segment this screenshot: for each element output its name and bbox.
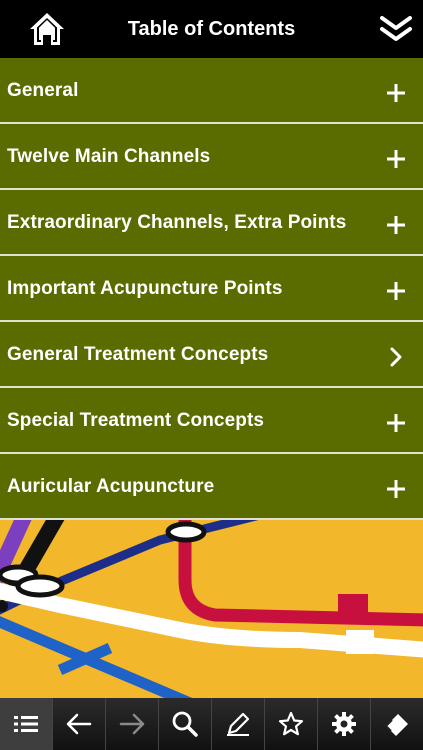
toc-item-special-treatment-concepts[interactable]: Special Treatment Concepts <box>0 388 423 454</box>
plus-icon <box>387 414 405 432</box>
eraser-icon <box>384 714 408 736</box>
plus-icon <box>387 216 405 234</box>
search-icon <box>172 711 198 737</box>
toc-item-twelve-main-channels[interactable]: Twelve Main Channels <box>0 124 423 190</box>
list-icon <box>14 716 38 732</box>
gear-icon <box>332 712 356 736</box>
plus-icon <box>387 84 405 102</box>
collapse-all-button[interactable] <box>379 14 413 44</box>
toc-item-label: Special Treatment Concepts <box>7 410 265 431</box>
back-arrow-icon <box>66 713 92 735</box>
home-icon <box>30 13 64 45</box>
toc-item-label: Extraordinary Channels, Extra Points <box>7 212 347 233</box>
clear-button[interactable] <box>371 698 423 750</box>
plus-icon <box>387 480 405 498</box>
toc-item-label: Twelve Main Channels <box>7 146 211 167</box>
toc-item-label: General Treatment Concepts <box>7 344 269 365</box>
plus-icon <box>387 150 405 168</box>
notes-button[interactable] <box>212 698 265 750</box>
chevron-right-icon <box>390 347 402 367</box>
top-bar: Table of Contents <box>0 0 423 58</box>
bottom-toolbar <box>0 698 423 750</box>
toc-item-label: Important Acupuncture Points <box>7 278 283 299</box>
star-icon <box>278 711 304 736</box>
toc-item-general[interactable]: General <box>0 58 423 124</box>
settings-button[interactable] <box>318 698 371 750</box>
toc-item-important-acupuncture-points[interactable]: Important Acupuncture Points <box>0 256 423 322</box>
home-button[interactable] <box>28 11 66 47</box>
back-button[interactable] <box>53 698 106 750</box>
toc-item-label: Auricular Acupuncture <box>7 476 215 497</box>
toc-list: General Twelve Main Channels Extraordina… <box>0 58 423 520</box>
double-chevron-down-icon <box>380 16 412 41</box>
plus-icon <box>387 282 405 300</box>
toc-item-label: General <box>7 80 79 101</box>
favorites-button[interactable] <box>265 698 318 750</box>
search-button[interactable] <box>159 698 212 750</box>
toc-item-general-treatment-concepts[interactable]: General Treatment Concepts <box>0 322 423 388</box>
forward-button[interactable] <box>106 698 159 750</box>
toc-item-auricular-acupuncture[interactable]: Auricular Acupuncture <box>0 454 423 520</box>
background-map-image <box>0 520 423 698</box>
toc-item-extraordinary-channels[interactable]: Extraordinary Channels, Extra Points <box>0 190 423 256</box>
contents-button[interactable] <box>0 698 53 750</box>
pencil-icon <box>227 712 250 736</box>
forward-arrow-icon <box>119 713 145 735</box>
